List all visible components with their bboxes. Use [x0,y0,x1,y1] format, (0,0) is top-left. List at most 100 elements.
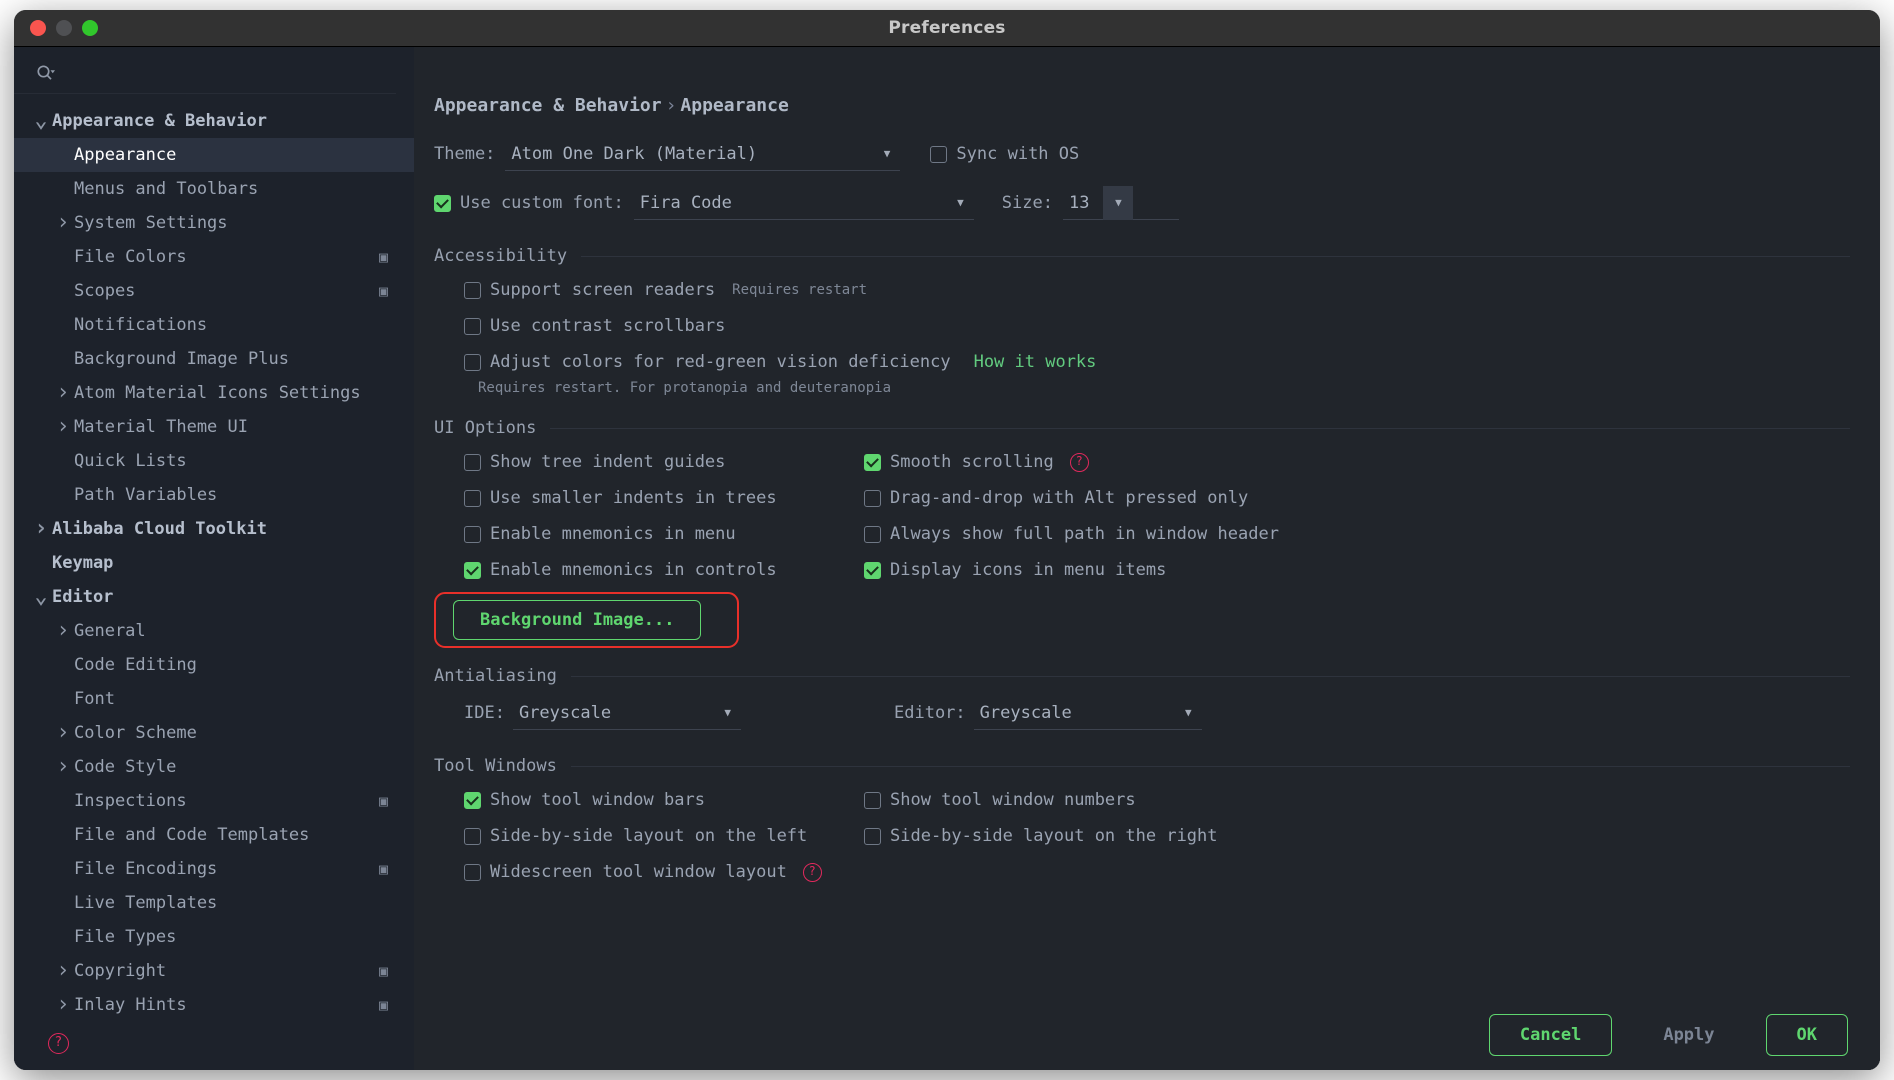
project-scope-icon: ▣ [378,860,388,878]
breadcrumb-root[interactable]: Appearance & Behavior [434,95,662,116]
smooth-scrolling-row[interactable]: Smooth scrolling? [864,444,1850,480]
sidebar-item-keymap[interactable]: Keymap [14,546,414,580]
use-smaller-indents-in-trees-row[interactable]: Use smaller indents in trees [464,480,864,516]
sidebar-item-general[interactable]: › General [14,614,414,648]
drag-and-drop-with-alt-pressed-only-label: Drag-and-drop with Alt pressed only [890,488,1249,508]
sidebar-item-menus-and-toolbars[interactable]: Menus and Toolbars [14,172,414,206]
chevron-right-icon[interactable]: › [30,518,52,540]
sidebar-item-appearance[interactable]: Appearance [14,138,414,172]
chevron-down-icon[interactable]: ⌄ [30,110,52,132]
display-icons-in-menu-items-row[interactable]: Display icons in menu items [864,552,1850,588]
apply-button[interactable]: Apply [1632,1014,1745,1056]
font-size-select[interactable]: 13 ▼ [1062,185,1179,220]
sidebar-item-color-scheme[interactable]: › Color Scheme [14,716,414,750]
ok-button[interactable]: OK [1765,1014,1848,1056]
theme-value: Atom One Dark (Material) [511,143,758,164]
chevron-right-icon[interactable]: › [52,994,74,1016]
enable-mnemonics-in-controls-row[interactable]: Enable mnemonics in controls [464,552,864,588]
chevron-right-icon[interactable]: › [52,722,74,744]
sidebar-item-file-encodings[interactable]: File Encodings ▣ [14,852,414,886]
settings-scroll-area[interactable]: Appearance & Behavior › Appearance Theme: … [414,47,1880,999]
sidebar-item-appearance-behavior[interactable]: ⌄ Appearance & Behavior [14,104,414,138]
support-screen-readers-checkbox[interactable] [464,281,481,299]
use-contrast-scrollbars-checkbox[interactable] [464,317,481,335]
show-tree-indent-guides-row[interactable]: Show tree indent guides [464,444,864,480]
show-tool-window-bars-checkbox[interactable] [464,791,481,809]
side-by-side-layout-on-the-left-checkbox[interactable] [464,827,481,845]
ide-antialiasing-select[interactable]: Greyscale ▼ [512,696,741,730]
sync-with-os-row[interactable]: Sync with OS [930,136,1079,172]
ui-options-title: UI Options [434,418,537,438]
show-tool-window-numbers-checkbox[interactable] [864,791,881,809]
sidebar-item-path-variables[interactable]: Path Variables [14,478,414,512]
sidebar-item-alibaba-cloud-toolkit[interactable]: › Alibaba Cloud Toolkit [14,512,414,546]
sidebar-item-quick-lists[interactable]: Quick Lists [14,444,414,478]
side-by-side-layout-on-the-right-row[interactable]: Side-by-side layout on the right [864,818,1850,854]
sidebar-item-scopes[interactable]: Scopes ▣ [14,274,414,308]
enable-mnemonics-in-menu-checkbox[interactable] [464,525,481,543]
drag-and-drop-with-alt-pressed-only-row[interactable]: Drag-and-drop with Alt pressed only [864,480,1850,516]
always-show-full-path-in-window-header-row[interactable]: Always show full path in window header [864,516,1850,552]
search-input[interactable] [64,62,396,84]
display-icons-in-menu-items-checkbox[interactable] [864,561,881,579]
sidebar-item-editor[interactable]: ⌄ Editor [14,580,414,614]
widescreen-tool-window-layout-row[interactable]: Widescreen tool window layout? [464,854,864,890]
chevron-right-icon[interactable]: › [52,756,74,778]
ide-antialiasing-label: IDE: [464,703,505,723]
chevron-right-icon[interactable]: › [52,382,74,404]
background-image-button[interactable]: Background Image... [453,600,702,640]
adjust-colors-for-red-green-vision-deficiency-checkbox[interactable] [464,353,481,371]
help-icon[interactable]: ? [48,1032,69,1054]
always-show-full-path-in-window-header-checkbox[interactable] [864,525,881,543]
sidebar-item-material-theme-ui[interactable]: › Material Theme UI [14,410,414,444]
sidebar-item-inlay-hints[interactable]: › Inlay Hints ▣ [14,988,414,1016]
show-tool-window-numbers-row[interactable]: Show tool window numbers [864,782,1850,818]
minimize-button[interactable] [56,20,72,36]
side-by-side-layout-on-the-left-row[interactable]: Side-by-side layout on the left [464,818,864,854]
adjust-colors-for-red-green-vision-deficiency-link[interactable]: How it works [974,352,1097,372]
enable-mnemonics-in-controls-checkbox[interactable] [464,561,481,579]
support-screen-readers-row[interactable]: Support screen readers Requires restart [464,272,1850,308]
sidebar-item-code-editing[interactable]: Code Editing [14,648,414,682]
sidebar-item-system-settings[interactable]: › System Settings [14,206,414,240]
use-smaller-indents-in-trees-checkbox[interactable] [464,489,481,507]
help-badge-icon[interactable]: ? [1069,452,1089,472]
widescreen-tool-window-layout-checkbox[interactable] [464,863,481,881]
chevron-right-icon[interactable]: › [52,416,74,438]
sidebar-item-notifications[interactable]: Notifications [14,308,414,342]
sidebar-item-background-image-plus[interactable]: Background Image Plus [14,342,414,376]
drag-and-drop-with-alt-pressed-only-checkbox[interactable] [864,489,881,507]
show-tool-window-bars-row[interactable]: Show tool window bars [464,782,864,818]
sidebar-item-copyright[interactable]: › Copyright ▣ [14,954,414,988]
sidebar-item-live-templates[interactable]: Live Templates [14,886,414,920]
cancel-button[interactable]: Cancel [1488,1014,1613,1056]
chevron-right-icon[interactable]: › [52,960,74,982]
sync-with-os-checkbox[interactable] [930,145,948,163]
sidebar-item-file-and-code-templates[interactable]: File and Code Templates [14,818,414,852]
sidebar-item-inspections[interactable]: Inspections ▣ [14,784,414,818]
side-by-side-layout-on-the-right-checkbox[interactable] [864,827,881,845]
font-family-select[interactable]: Fira Code ▼ [633,186,974,220]
sidebar-item-file-types[interactable]: File Types [14,920,414,954]
help-badge-icon[interactable]: ? [802,862,822,882]
smooth-scrolling-checkbox[interactable] [864,453,881,471]
sidebar-item-atom-material-icons-settings[interactable]: › Atom Material Icons Settings [14,376,414,410]
sidebar-item-code-style[interactable]: › Code Style [14,750,414,784]
editor-antialiasing-select[interactable]: Greyscale ▼ [973,696,1202,730]
sidebar-item-font[interactable]: Font [14,682,414,716]
theme-select[interactable]: Atom One Dark (Material) ▼ [505,137,901,171]
chevron-right-icon[interactable]: › [52,620,74,642]
zoom-button[interactable] [82,20,98,36]
enable-mnemonics-in-menu-row[interactable]: Enable mnemonics in menu [464,516,864,552]
chevron-down-icon[interactable]: ⌄ [30,586,52,608]
use-custom-font-label: Use custom font: [460,193,624,213]
use-custom-font-checkbox[interactable] [434,194,451,212]
close-button[interactable] [30,20,46,36]
use-contrast-scrollbars-row[interactable]: Use contrast scrollbars [464,308,1850,344]
always-show-full-path-in-window-header-label: Always show full path in window header [890,524,1279,544]
sidebar-item-file-colors[interactable]: File Colors ▣ [14,240,414,274]
adjust-colors-for-red-green-vision-deficiency-row[interactable]: Adjust colors for red-green vision defic… [464,344,1850,380]
sidebar-search-row[interactable] [14,53,396,94]
show-tree-indent-guides-checkbox[interactable] [464,453,481,471]
chevron-right-icon[interactable]: › [52,212,74,234]
